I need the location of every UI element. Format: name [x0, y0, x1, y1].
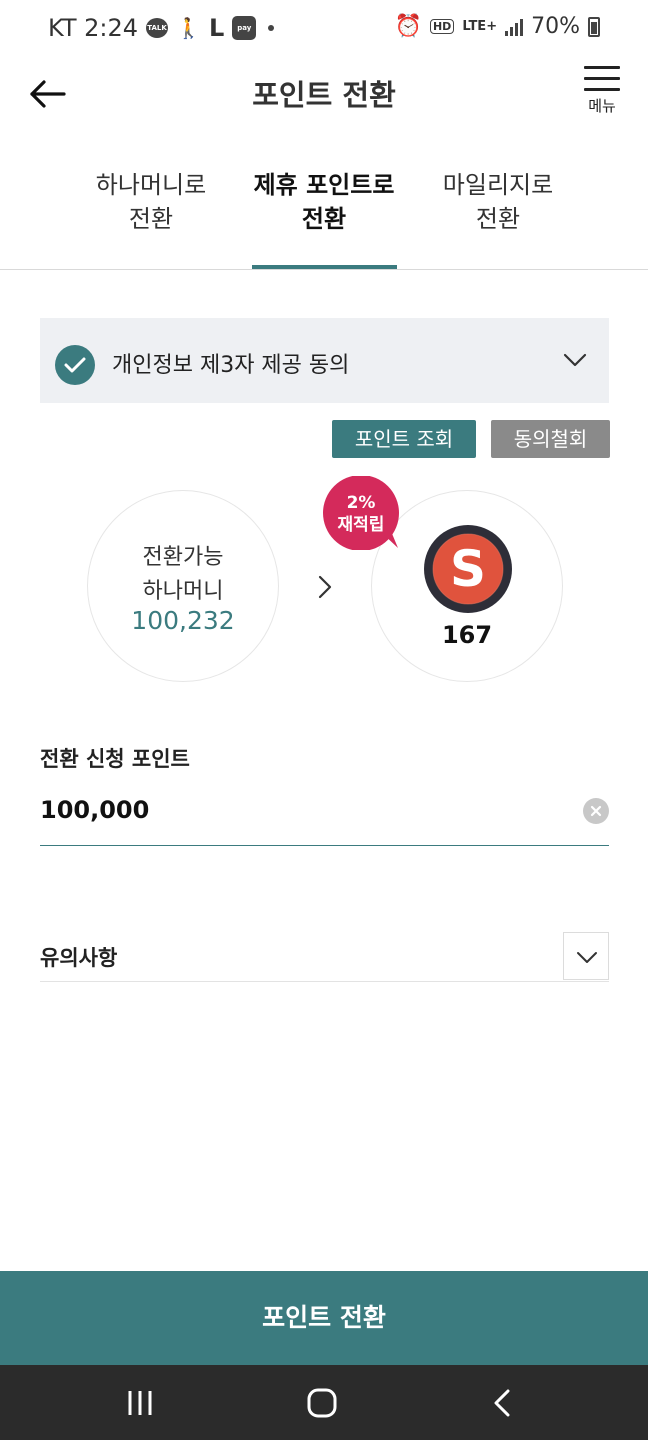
point-inquiry-button[interactable]: 포인트 조회 [332, 420, 476, 458]
tab-label-line2: 전환 [475, 205, 521, 233]
tab-label-line1: 하나머니로 [95, 171, 207, 199]
signal-icon [505, 18, 524, 36]
pay-icon: pay [232, 16, 257, 40]
tab-label-line2: 전환 [128, 205, 174, 233]
carrier-time: KT 2:24 [48, 14, 139, 42]
recent-apps-icon [128, 1391, 152, 1415]
tab-partner-points[interactable]: 제휴 포인트로 전환 [244, 168, 404, 236]
partner-logo-icon: S [424, 525, 512, 613]
partner-point-amount: 167 [441, 621, 493, 649]
tab-hanamoney[interactable]: 하나머니로 전환 [71, 168, 231, 236]
available-amount: 100,232 [131, 606, 235, 635]
notice-expand-button[interactable] [563, 932, 609, 980]
notice-section[interactable]: 유의사항 [40, 932, 609, 982]
tab-label-line2: 전환 [301, 205, 347, 233]
hd-voice-icon: HD [429, 19, 455, 34]
badge-percent: 2% [346, 493, 376, 513]
system-back-button[interactable] [484, 1387, 524, 1419]
chevron-down-icon[interactable] [561, 348, 589, 372]
hamburger-icon [584, 66, 620, 91]
recent-apps-button[interactable] [120, 1387, 160, 1419]
home-button[interactable] [302, 1387, 342, 1419]
partner-logo-letter: S [450, 540, 486, 598]
consent-withdraw-button[interactable]: 동의철회 [491, 420, 610, 458]
chevron-right-icon [318, 575, 332, 599]
battery-icon [588, 16, 600, 37]
hanamoney-label: 하나머니 [142, 579, 224, 604]
privacy-consent-row[interactable]: 개인정보 제3자 제공 동의 [40, 318, 609, 403]
badge-label: 재적립 [337, 515, 385, 535]
back-chevron-icon [494, 1389, 510, 1417]
tab-mileage[interactable]: 마일리지로 전환 [418, 168, 578, 236]
status-left: KT 2:24 TALK 🚶 L pay [48, 14, 275, 42]
close-icon [590, 805, 602, 817]
notice-label: 유의사항 [40, 946, 118, 970]
notification-dot-icon [268, 25, 275, 31]
point-convert-button[interactable]: 포인트 전환 [0, 1271, 648, 1365]
menu-label: 메뉴 [588, 97, 616, 115]
request-point-value[interactable]: 100,000 [40, 796, 149, 824]
page-title: 포인트 전환 [252, 78, 396, 112]
app-header: 포인트 전환 메뉴 [0, 60, 648, 130]
check-icon [64, 357, 86, 373]
reaccrual-badge: 2% 재적립 [322, 492, 400, 536]
chevron-down-icon [577, 952, 597, 963]
tab-label-line1: 마일리지로 [442, 171, 554, 199]
l-app-icon: L [208, 14, 225, 42]
home-icon [307, 1388, 337, 1418]
available-label: 전환가능 [142, 545, 224, 570]
tab-label-line1: 제휴 포인트로 [253, 171, 395, 199]
active-tab-indicator [252, 265, 397, 269]
consent-label: 개인정보 제3자 제공 동의 [112, 353, 350, 378]
status-right: ⏰ HD LTE+ 70% [395, 14, 600, 39]
kakaotalk-icon: TALK [146, 18, 169, 38]
request-point-label: 전환 신청 포인트 [40, 747, 190, 771]
alarm-icon: ⏰ [394, 14, 422, 39]
available-hanamoney-card: 전환가능 하나머니 100,232 [87, 490, 279, 682]
request-point-input[interactable]: 100,000 [40, 790, 609, 846]
menu-button[interactable]: 메뉴 [584, 66, 620, 116]
battery-percent: 70% [531, 14, 580, 39]
clear-input-button[interactable] [583, 798, 609, 824]
consent-checkbox[interactable] [55, 345, 95, 385]
walking-icon: 🚶 [176, 16, 201, 40]
status-bar: KT 2:24 TALK 🚶 L pay ⏰ HD LTE+ 70% [0, 0, 648, 60]
lte-icon: LTE+ [462, 18, 498, 34]
system-navigation-bar [0, 1365, 648, 1440]
conversion-tabs: 하나머니로 전환 제휴 포인트로 전환 마일리지로 전환 [0, 150, 648, 270]
